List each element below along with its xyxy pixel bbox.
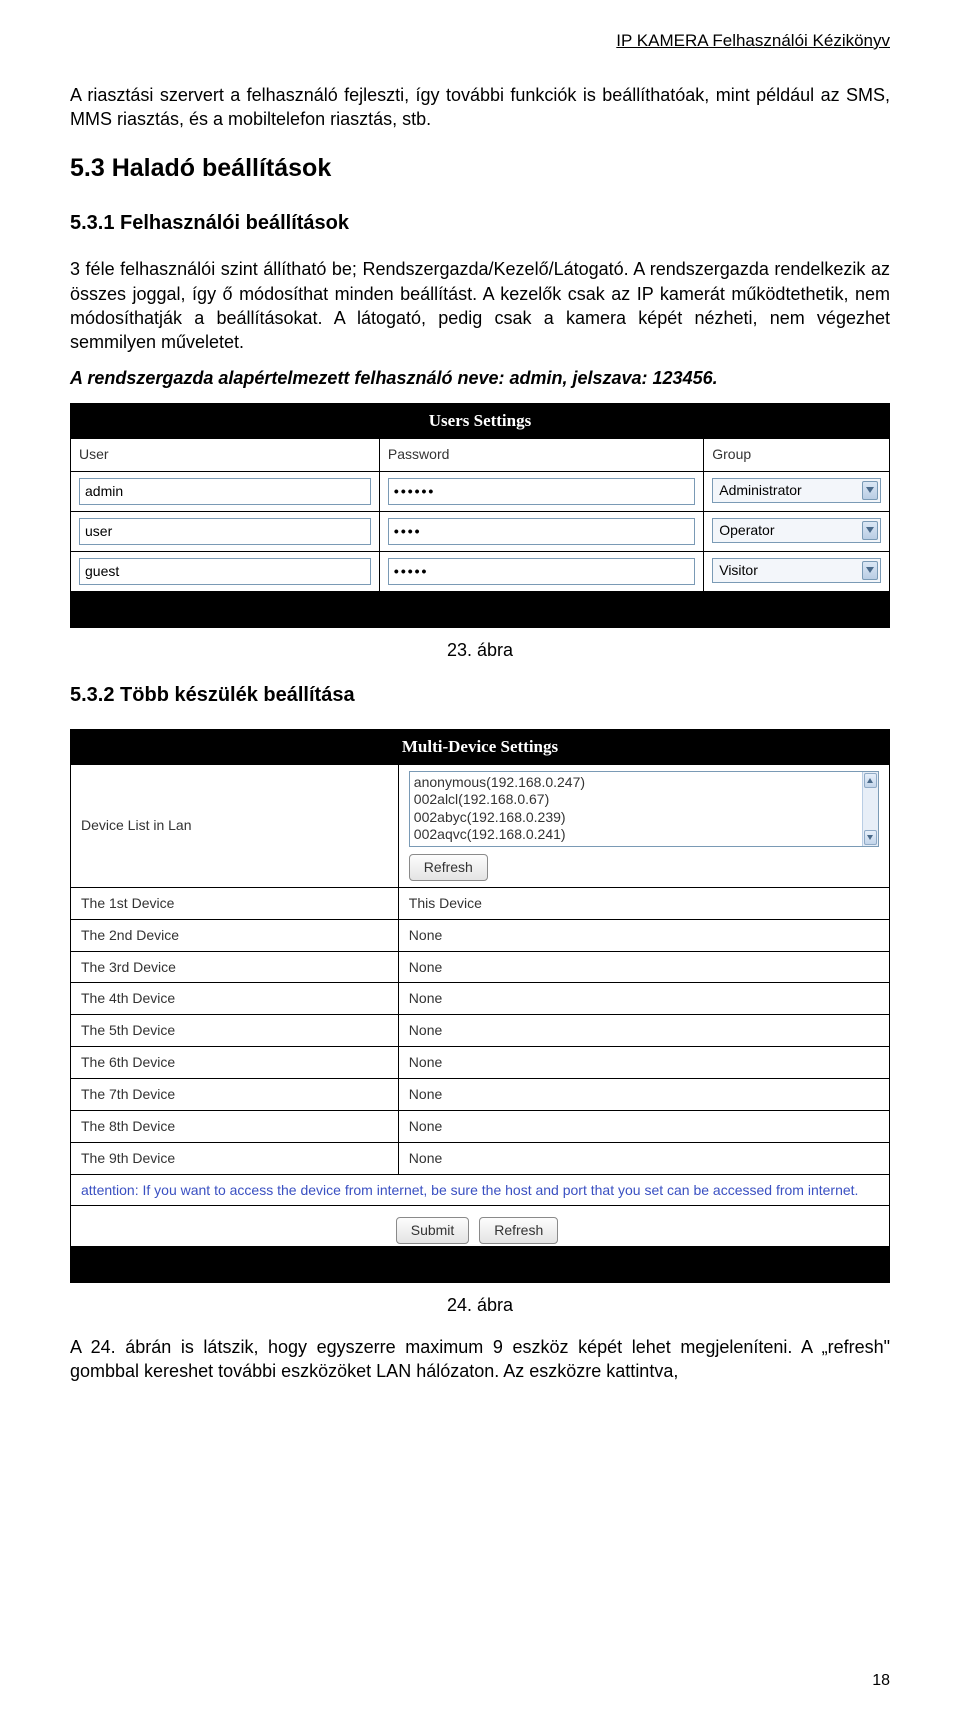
password-input[interactable]: ••••• bbox=[388, 558, 695, 585]
device-row-label: The 9th Device bbox=[71, 1143, 398, 1174]
device-row-label: The 6th Device bbox=[71, 1047, 398, 1078]
col-group: Group bbox=[704, 439, 889, 471]
list-item[interactable]: anonymous(192.168.0.247) bbox=[414, 774, 858, 792]
device-row-label: The 8th Device bbox=[71, 1111, 398, 1142]
heading-5-3-1: 5.3.1 Felhasználói beállítások bbox=[70, 210, 890, 237]
list-item[interactable]: 002alcl(192.168.0.67) bbox=[414, 791, 858, 809]
device-row-value[interactable]: None bbox=[399, 1079, 889, 1110]
user-input[interactable]: guest bbox=[79, 558, 371, 585]
device-row-value[interactable]: None bbox=[399, 1111, 889, 1142]
scroll-up-icon[interactable] bbox=[864, 773, 877, 788]
device-row-value[interactable]: None bbox=[399, 1047, 889, 1078]
multi-device-title: Multi-Device Settings bbox=[71, 730, 889, 765]
heading-5-3-2: 5.3.2 Több készülék beállítása bbox=[70, 682, 890, 709]
refresh-button[interactable]: Refresh bbox=[479, 1217, 558, 1244]
attention-text: attention: If you want to access the dev… bbox=[71, 1175, 889, 1205]
device-row-label: The 2nd Device bbox=[71, 920, 398, 951]
device-list-cell: anonymous(192.168.0.247) 002alcl(192.168… bbox=[399, 765, 889, 887]
device-row-label: The 5th Device bbox=[71, 1015, 398, 1046]
device-row-label: The 7th Device bbox=[71, 1079, 398, 1110]
figure-24-caption: 24. ábra bbox=[70, 1293, 890, 1317]
outro-paragraph: A 24. ábrán is látszik, hogy egyszerre m… bbox=[70, 1335, 890, 1384]
para-5-3-1-a: 3 féle felhasználói szint állítható be; … bbox=[70, 257, 890, 354]
user-input[interactable]: admin bbox=[79, 478, 371, 505]
chevron-down-icon bbox=[862, 481, 878, 500]
table-row: guest bbox=[71, 552, 379, 591]
group-select[interactable]: Visitor bbox=[712, 558, 881, 583]
page-header: IP KAMERA Felhasználói Kézikönyv bbox=[70, 30, 890, 53]
device-row-value[interactable]: None bbox=[399, 983, 889, 1014]
figure-23-caption: 23. ábra bbox=[70, 638, 890, 662]
device-row-label: The 1st Device bbox=[71, 888, 398, 919]
refresh-button[interactable]: Refresh bbox=[409, 854, 488, 881]
list-item[interactable]: 002abyc(192.168.0.239) bbox=[414, 809, 858, 827]
user-input[interactable]: user bbox=[79, 518, 371, 545]
chevron-down-icon bbox=[862, 521, 878, 540]
scroll-down-icon[interactable] bbox=[864, 830, 877, 845]
submit-button[interactable]: Submit bbox=[396, 1217, 470, 1244]
device-row-value[interactable]: None bbox=[399, 952, 889, 983]
intro-paragraph: A riasztási szervert a felhasználó fejle… bbox=[70, 83, 890, 132]
device-row-value[interactable]: None bbox=[399, 920, 889, 951]
device-row-label: The 4th Device bbox=[71, 983, 398, 1014]
table-row: user bbox=[71, 512, 379, 551]
device-row-value[interactable]: None bbox=[399, 1143, 889, 1174]
scrollbar[interactable] bbox=[862, 772, 878, 846]
para-5-3-1-b: A rendszergazda alapértelmezett felhaszn… bbox=[70, 366, 890, 390]
col-password: Password bbox=[380, 439, 703, 471]
device-row-label: The 3rd Device bbox=[71, 952, 398, 983]
users-settings-screenshot: Users Settings User Password Group admin… bbox=[70, 403, 890, 628]
users-settings-title: Users Settings bbox=[71, 404, 889, 439]
device-row-value[interactable]: This Device bbox=[399, 888, 889, 919]
group-select[interactable]: Operator bbox=[712, 518, 881, 543]
group-select[interactable]: Administrator bbox=[712, 478, 881, 503]
multi-device-screenshot: Multi-Device Settings Device List in Lan… bbox=[70, 729, 890, 1283]
button-row: Submit Refresh bbox=[71, 1206, 889, 1246]
col-user: User bbox=[71, 439, 379, 471]
table-row: admin bbox=[71, 472, 379, 511]
password-input[interactable]: •••••• bbox=[388, 478, 695, 505]
device-list-label: Device List in Lan bbox=[71, 765, 398, 887]
password-input[interactable]: •••• bbox=[388, 518, 695, 545]
list-item[interactable]: 002aqvc(192.168.0.241) bbox=[414, 826, 858, 844]
device-listbox[interactable]: anonymous(192.168.0.247) 002alcl(192.168… bbox=[409, 771, 879, 847]
page-number: 18 bbox=[872, 1670, 890, 1692]
heading-5-3: 5.3 Haladó beállítások bbox=[70, 152, 890, 186]
chevron-down-icon bbox=[862, 561, 878, 580]
device-row-value[interactable]: None bbox=[399, 1015, 889, 1046]
